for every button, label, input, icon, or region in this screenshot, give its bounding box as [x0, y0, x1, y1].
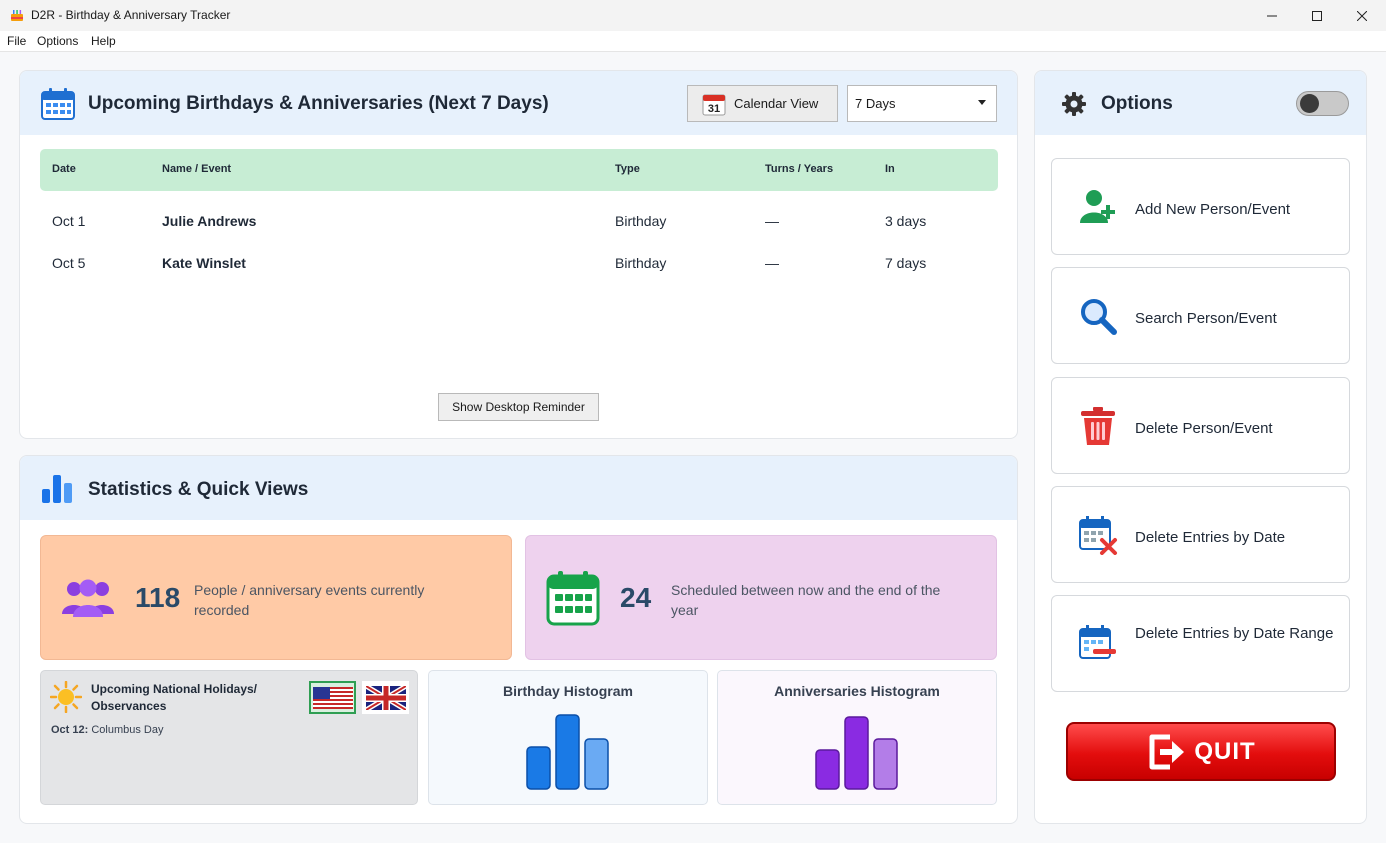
calendar-grid-icon	[546, 571, 600, 626]
col-date: Date	[52, 163, 76, 175]
add-person-label: Add New Person/Event	[1135, 201, 1291, 218]
row-in: 7 days	[885, 255, 927, 271]
upcoming-header: Upcoming Birthdays & Anniversaries (Next…	[20, 71, 1017, 135]
scheduled-count-text: Scheduled between now and the end of the…	[671, 582, 941, 618]
options-toggle[interactable]	[1296, 91, 1349, 116]
delete-by-date-range-button[interactable]: Delete Entries by Date Range	[1051, 595, 1350, 692]
options-panel: Options Add New Person/Event Search Pers…	[1034, 70, 1367, 824]
birthday-histogram-card[interactable]: Birthday Histogram	[428, 670, 708, 805]
app-icon	[11, 10, 23, 21]
col-in: In	[885, 163, 895, 175]
holiday-entry: Oct 12: Columbus Day	[51, 724, 164, 736]
col-turns: Turns / Years	[765, 163, 834, 175]
options-title: Options	[1101, 93, 1173, 114]
menu-file[interactable]: File	[7, 34, 26, 48]
quit-button[interactable]: QUIT	[1066, 722, 1336, 781]
row-date: Oct 5	[52, 255, 86, 271]
row-type: Birthday	[615, 213, 667, 229]
us-flag-icon	[312, 686, 353, 709]
range-select-value: 7 Days	[855, 96, 896, 111]
col-type: Type	[615, 163, 640, 175]
us-flag-button[interactable]	[309, 681, 356, 714]
calendar-range-icon	[1079, 625, 1116, 659]
statistics-title: Statistics & Quick Views	[88, 479, 309, 500]
people-icon	[62, 579, 114, 617]
holiday-name: Columbus Day	[91, 724, 164, 736]
calendar-31-icon: 31	[702, 94, 726, 115]
maximize-icon	[1312, 10, 1322, 21]
uk-flag-button[interactable]	[362, 681, 409, 714]
close-button[interactable]	[1339, 0, 1385, 31]
sun-icon	[50, 681, 82, 713]
delete-by-date-range-label: Delete Entries by Date Range	[1135, 625, 1334, 642]
calendar-delete-icon	[1079, 516, 1117, 555]
upcoming-title: Upcoming Birthdays & Anniversaries (Next…	[88, 93, 549, 114]
people-count-card[interactable]: 118 People / anniversary events currentl…	[40, 535, 512, 660]
delete-person-label: Delete Person/Event	[1135, 420, 1273, 437]
table-header: Date Name / Event Type Turns / Years In	[40, 149, 998, 191]
menu-help[interactable]: Help	[91, 34, 116, 48]
show-desktop-reminder-button[interactable]: Show Desktop Reminder	[438, 393, 599, 421]
title-bar[interactable]: D2R - Birthday & Anniversary Tracker	[0, 0, 1386, 31]
delete-person-button[interactable]: Delete Person/Event	[1051, 377, 1350, 474]
window-title: D2R - Birthday & Anniversary Tracker	[31, 8, 231, 22]
uk-flag-icon	[365, 685, 406, 710]
statistics-header: Statistics & Quick Views	[20, 456, 1017, 520]
scheduled-count-card[interactable]: 24 Scheduled between now and the end of …	[525, 535, 997, 660]
table-row[interactable]: Oct 5 Kate Winslet Birthday — 7 days	[40, 243, 998, 283]
search-icon	[1081, 299, 1117, 335]
bar-chart-icon	[42, 475, 72, 503]
table-row[interactable]: Oct 1 Julie Andrews Birthday — 3 days	[40, 201, 998, 241]
calendar-view-button[interactable]: 31 Calendar View	[687, 85, 838, 122]
birthday-histogram-title: Birthday Histogram	[503, 683, 633, 699]
anniversaries-histogram-icon	[815, 716, 898, 790]
delete-by-date-button[interactable]: Delete Entries by Date	[1051, 486, 1350, 583]
minimize-button[interactable]	[1249, 0, 1295, 31]
row-type: Birthday	[615, 255, 667, 271]
options-header: Options	[1035, 71, 1366, 135]
anniversaries-histogram-card[interactable]: Anniversaries Histogram	[717, 670, 997, 805]
search-person-button[interactable]: Search Person/Event	[1051, 267, 1350, 364]
quit-label: QUIT	[1194, 737, 1256, 765]
minimize-icon	[1267, 15, 1277, 16]
national-holidays-card: Upcoming National Holidays/ Observances …	[40, 670, 418, 805]
holiday-date: Oct 12:	[51, 724, 89, 736]
menu-bar: File Options Help	[0, 31, 1386, 52]
row-name: Kate Winslet	[162, 255, 246, 271]
row-date: Oct 1	[52, 213, 86, 229]
calendar-icon-day: 31	[708, 103, 720, 115]
search-person-label: Search Person/Event	[1135, 310, 1277, 327]
row-turns: —	[765, 213, 779, 229]
anniversaries-histogram-title: Anniversaries Histogram	[774, 683, 940, 699]
trash-icon	[1081, 407, 1115, 445]
chevron-down-icon	[978, 100, 986, 105]
range-select[interactable]: 7 Days	[847, 85, 997, 122]
row-name: Julie Andrews	[162, 213, 257, 229]
add-person-button[interactable]: Add New Person/Event	[1051, 158, 1350, 255]
statistics-panel: Statistics & Quick Views 118 People / an…	[19, 455, 1018, 824]
holidays-title: Upcoming National Holidays/ Observances	[91, 682, 258, 713]
gear-icon	[1062, 92, 1086, 116]
scheduled-count: 24	[620, 582, 652, 613]
close-icon	[1357, 10, 1367, 21]
people-count: 118	[135, 582, 181, 613]
delete-by-date-label: Delete Entries by Date	[1135, 529, 1286, 546]
exit-icon	[1149, 734, 1185, 769]
row-turns: —	[765, 255, 779, 271]
toggle-knob	[1300, 94, 1319, 113]
maximize-button[interactable]	[1294, 0, 1340, 31]
calendar-view-label: Calendar View	[734, 96, 819, 111]
people-count-text: People / anniversary events currently re…	[194, 582, 425, 618]
row-in: 3 days	[885, 213, 927, 229]
calendar-icon	[41, 88, 75, 120]
birthday-histogram-icon	[526, 714, 609, 790]
col-name: Name / Event	[162, 163, 232, 175]
menu-options[interactable]: Options	[37, 34, 78, 48]
client-area: Upcoming Birthdays & Anniversaries (Next…	[0, 52, 1386, 843]
upcoming-panel: Upcoming Birthdays & Anniversaries (Next…	[19, 70, 1018, 439]
add-user-icon	[1080, 190, 1115, 223]
